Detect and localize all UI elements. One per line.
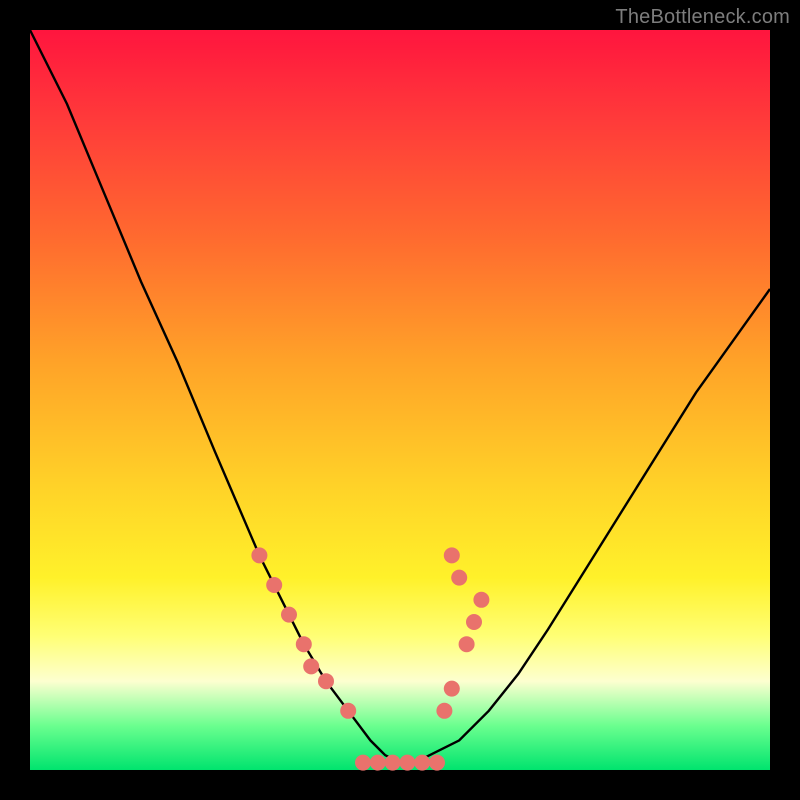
plot-area bbox=[30, 30, 770, 770]
marker-dot bbox=[303, 658, 319, 674]
marker-dot bbox=[266, 577, 282, 593]
chart-frame: TheBottleneck.com bbox=[0, 0, 800, 800]
marker-dot bbox=[473, 592, 489, 608]
marker-dot bbox=[296, 636, 312, 652]
marker-dot bbox=[399, 755, 415, 771]
marker-dot bbox=[318, 673, 334, 689]
marker-dot bbox=[459, 636, 475, 652]
chart-svg bbox=[30, 30, 770, 770]
watermark-text: TheBottleneck.com bbox=[615, 6, 790, 29]
marker-dot bbox=[466, 614, 482, 630]
marker-dot bbox=[385, 755, 401, 771]
marker-dot bbox=[451, 570, 467, 586]
curve-markers bbox=[251, 547, 489, 770]
marker-dot bbox=[355, 755, 371, 771]
marker-dot bbox=[436, 703, 452, 719]
marker-dot bbox=[444, 547, 460, 563]
marker-dot bbox=[340, 703, 356, 719]
marker-dot bbox=[444, 681, 460, 697]
marker-dot bbox=[414, 755, 430, 771]
marker-dot bbox=[251, 547, 267, 563]
marker-dot bbox=[429, 755, 445, 771]
marker-dot bbox=[281, 607, 297, 623]
bottleneck-curve bbox=[30, 30, 770, 763]
marker-dot bbox=[370, 755, 386, 771]
